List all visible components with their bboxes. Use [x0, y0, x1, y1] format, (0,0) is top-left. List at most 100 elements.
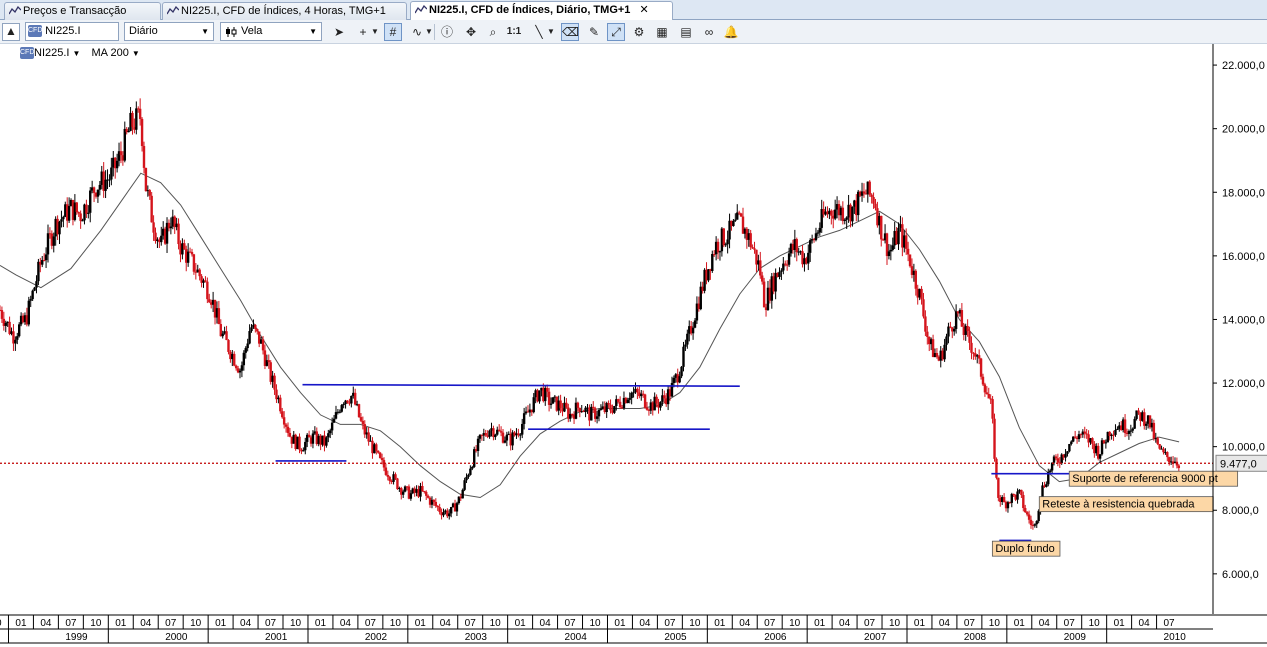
zoom-reset-button[interactable]: 1:1: [505, 23, 523, 41]
candle: [880, 215, 883, 247]
drawing-tools-icon[interactable]: ✎: [585, 23, 603, 41]
candle: [759, 251, 762, 279]
pan-icon[interactable]: ✥: [462, 23, 480, 41]
candle-body: [98, 184, 102, 190]
candle-body: [968, 331, 971, 343]
chevron-down-icon[interactable]: ▼: [546, 23, 556, 41]
template-icon[interactable]: ▦: [653, 23, 671, 41]
candle: [257, 331, 261, 348]
candle-body: [672, 377, 676, 383]
candle-body: [42, 260, 46, 262]
alert-bell-icon[interactable]: 🔔: [722, 23, 740, 41]
candle-body: [92, 187, 96, 193]
candle-body: [1162, 448, 1165, 453]
candle-body: [248, 331, 251, 344]
compare-icon[interactable]: ▤: [677, 23, 695, 41]
chart-type-select[interactable]: Vela ▼: [220, 22, 322, 41]
toolbar-separator: [434, 24, 435, 40]
chevron-down-icon[interactable]: ▼: [370, 23, 380, 41]
y-tick-label: 22.000,0: [1222, 60, 1265, 72]
candle-body: [545, 388, 549, 392]
candle-body: [183, 243, 186, 250]
close-tab-icon[interactable]: ✕: [639, 4, 648, 16]
candle: [204, 276, 207, 283]
candlestick-icon: [226, 27, 237, 37]
candle-body: [722, 228, 726, 246]
settings-icon[interactable]: ⚙: [630, 23, 648, 41]
candle: [1056, 453, 1060, 467]
link-icon[interactable]: ∞: [700, 23, 718, 41]
symbol-input[interactable]: CFD NI225.I: [25, 22, 119, 41]
candle-body: [1073, 436, 1077, 438]
candle-body: [198, 269, 201, 277]
candle: [1002, 493, 1006, 503]
x-tick-label: 01: [215, 618, 227, 629]
candle: [1168, 456, 1171, 466]
candle-body: [127, 130, 130, 133]
autoscale-icon[interactable]: ⤢: [607, 23, 625, 41]
candle-body: [532, 397, 535, 413]
candle-body: [521, 423, 524, 435]
candle-body: [626, 399, 630, 403]
candle-body: [843, 219, 846, 222]
candle-body: [659, 401, 662, 408]
candle: [497, 424, 501, 432]
candle-body: [206, 281, 209, 300]
candle-body: [4, 322, 7, 326]
candle-body: [987, 393, 990, 399]
candle: [150, 191, 153, 223]
candle-body: [449, 507, 453, 514]
candle: [135, 101, 138, 135]
cursor-arrow-icon[interactable]: ➤: [330, 23, 348, 41]
year-label: 2007: [864, 632, 887, 643]
x-tick-label: 07: [764, 618, 776, 629]
candle: [388, 475, 391, 485]
tab-prices-transactions[interactable]: Preços e Transacção: [4, 2, 161, 20]
candle: [17, 322, 21, 338]
timeframe-select[interactable]: Diário ▼: [124, 22, 214, 41]
candle: [517, 428, 520, 438]
candle: [1152, 419, 1156, 441]
collapse-up-icon[interactable]: ▲: [2, 23, 20, 41]
candle: [951, 326, 954, 339]
grid-toggle-icon[interactable]: #: [384, 23, 402, 41]
candle-body: [874, 203, 877, 209]
chart-line-icon: [9, 6, 21, 15]
candle-body: [1022, 495, 1025, 509]
candle-body: [868, 181, 871, 195]
candle: [494, 433, 497, 440]
candle-body: [16, 336, 19, 340]
x-tick-label: 04: [440, 618, 452, 629]
zoom-icon[interactable]: ⌕: [484, 23, 502, 41]
x-tick-label: 07: [465, 618, 477, 629]
candle-body: [592, 406, 595, 409]
price-chart[interactable]: 9.477,0 Suporte de referencia 9000 pt Ret…: [0, 44, 1267, 647]
candle: [795, 237, 798, 262]
info-icon[interactable]: ⓘ: [438, 23, 456, 41]
candle-body: [96, 189, 100, 197]
candle: [442, 508, 445, 518]
y-axis[interactable]: 6.000,0 8.000,0 10.000,0 12.000,0 14.000,0 16…: [1212, 44, 1265, 614]
candle-body: [330, 422, 334, 431]
candle-body: [488, 430, 491, 437]
eraser-icon[interactable]: ⌫: [561, 23, 579, 41]
candle-body: [361, 420, 365, 425]
y-tick-label: 20.000,0: [1222, 124, 1265, 136]
candle-body: [87, 212, 90, 214]
candle-body: [979, 358, 983, 377]
candle-body: [559, 400, 562, 409]
x-tick-label: 01: [15, 618, 27, 629]
y-tick-label: 18.000,0: [1222, 187, 1265, 199]
candle-body: [461, 489, 464, 499]
tab-ni225-daily[interactable]: NI225.I, CFD de Índices, Diário, TMG+1 ✕: [410, 1, 673, 21]
chevron-down-icon[interactable]: ▼: [424, 23, 434, 41]
year-label: 2000: [165, 632, 188, 643]
candle-body: [576, 402, 580, 408]
x-axis[interactable]: 10 01 04 07 10 01 04 07 10 01 04 07 10 01 04 07 10 01 04 07…: [0, 614, 1267, 644]
tab-ni225-4h[interactable]: NI225.I, CFD de Índices, 4 Horas, TMG+1: [162, 2, 407, 20]
candle-body: [77, 212, 80, 214]
candle-body: [455, 503, 459, 512]
candle-body: [1010, 493, 1013, 503]
candle-body: [678, 376, 681, 383]
candle-body: [234, 365, 238, 369]
